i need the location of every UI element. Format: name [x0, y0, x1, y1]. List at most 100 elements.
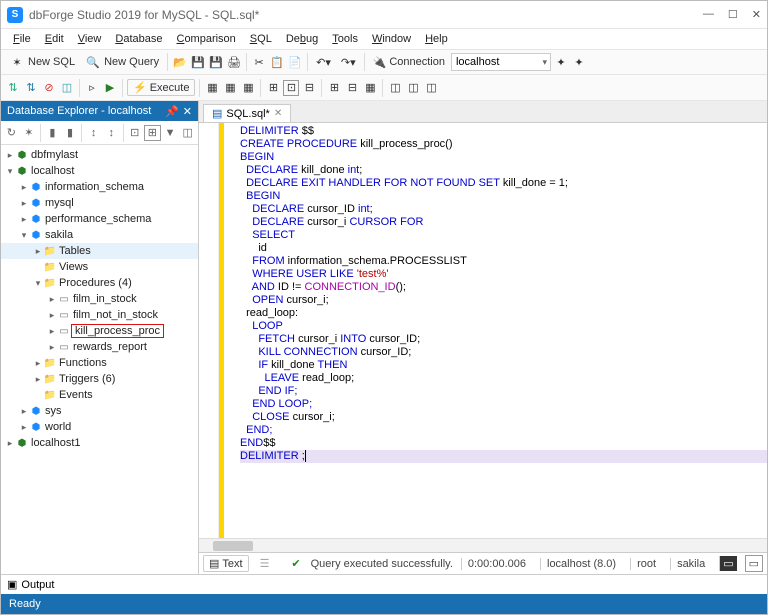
execute-button[interactable]: ⚡ Execute	[127, 79, 195, 96]
status-db: sakila	[670, 558, 711, 570]
second-toolbar: ⇅ ⇅ ⊘ ◫ ▹ ▶ ⚡ Execute ▦ ▦ ▦ ⊞ ⊡ ⊟ ⊞ ⊟ ▦ …	[1, 75, 767, 101]
layout2-icon[interactable]: ▭	[745, 555, 763, 572]
text-view-button[interactable]: ▤ Text	[203, 555, 249, 572]
tree-node[interactable]: ▸⬢mysql	[1, 195, 198, 211]
menu-help[interactable]: Help	[419, 31, 454, 47]
i1-icon[interactable]: ▦	[204, 80, 220, 96]
new-sql-button[interactable]: ✶New SQL	[5, 52, 79, 72]
tree-node[interactable]: ▾📁Procedures (4)	[1, 275, 198, 291]
print-icon[interactable]: 🖨	[226, 54, 242, 70]
status-bar: Ready	[1, 594, 767, 614]
i3-icon[interactable]: ▦	[240, 80, 256, 96]
comment-icon[interactable]: ⊞	[326, 80, 342, 96]
explorer-title: Database Explorer - localhost	[7, 105, 151, 117]
e3-icon[interactable]: ↕	[85, 125, 102, 141]
i2-icon[interactable]: ▦	[222, 80, 238, 96]
tree-node[interactable]: ▸⬢sys	[1, 403, 198, 419]
tab-sql[interactable]: ▤ SQL.sql* ✕	[203, 104, 291, 122]
pin-icon[interactable]: 📌	[165, 105, 179, 118]
menu-view[interactable]: View	[72, 31, 108, 47]
save-icon[interactable]: 💾	[190, 54, 206, 70]
new-query-button[interactable]: 🔍New Query	[81, 52, 163, 72]
output-panel-header[interactable]: ▣ Output	[1, 574, 767, 594]
grid-view-icon[interactable]: ☰	[257, 556, 273, 572]
tree-node[interactable]: ▸⬢localhost1	[1, 435, 198, 451]
e7-icon[interactable]: ◫	[179, 125, 196, 141]
tree-node[interactable]: ▸⬢dbfmylast	[1, 147, 198, 163]
tree-node[interactable]: ▸▭rewards_report	[1, 339, 198, 355]
connection-label: 🔌 Connection	[369, 54, 449, 71]
menu-database[interactable]: Database	[109, 31, 168, 47]
misc1-icon[interactable]: ◫	[387, 80, 403, 96]
panel-close-icon[interactable]: ✕	[183, 105, 192, 118]
tree-node[interactable]: ▾⬢sakila	[1, 227, 198, 243]
menu-tools[interactable]: Tools	[326, 31, 364, 47]
tree-node[interactable]: ▸📁Triggers (6)	[1, 371, 198, 387]
tree-node[interactable]: ▾⬢localhost	[1, 163, 198, 179]
copy-icon[interactable]: 📋	[269, 54, 285, 70]
editor-tabs: ▤ SQL.sql* ✕	[199, 101, 767, 123]
play-icon[interactable]: ▶	[102, 80, 118, 96]
status-user: root	[630, 558, 662, 570]
tab-close-icon[interactable]: ✕	[274, 108, 282, 119]
layout1-icon[interactable]: ▭	[719, 556, 736, 571]
group3-icon[interactable]: ⊟	[301, 80, 317, 96]
close-button[interactable]: ✕	[752, 8, 761, 21]
new-conn-icon[interactable]: ✶	[21, 125, 38, 141]
menu-comparison[interactable]: Comparison	[170, 31, 241, 47]
e4-icon[interactable]: ↕	[103, 125, 120, 141]
open-icon[interactable]: 📂	[172, 54, 188, 70]
tree-node[interactable]: ▸▭kill_process_proc	[1, 323, 198, 339]
tree-node[interactable]: 📁Events	[1, 387, 198, 403]
misc3-icon[interactable]: ◫	[423, 80, 439, 96]
tree-node[interactable]: ▸▭film_not_in_stock	[1, 307, 198, 323]
step1-icon[interactable]: ▹	[84, 80, 100, 96]
cut-icon[interactable]: ✂	[251, 54, 267, 70]
tree-node[interactable]: ▸📁Tables	[1, 243, 198, 259]
minimize-button[interactable]: —	[703, 8, 714, 21]
save-all-icon[interactable]: 💾	[208, 54, 224, 70]
editor-panel: ▤ SQL.sql* ✕ DELIMITER $$CREATE PROCEDUR…	[199, 101, 767, 574]
status-ready: Ready	[9, 598, 41, 610]
tree-node[interactable]: ▸📁Functions	[1, 355, 198, 371]
wand2-icon[interactable]: ✦	[571, 54, 587, 70]
paste-icon[interactable]: 📄	[287, 54, 303, 70]
tree-node[interactable]: 📁Views	[1, 259, 198, 275]
output-icon: ▣	[7, 578, 17, 591]
main-toolbar: ✶New SQL 🔍New Query 📂 💾 💾 🖨 ✂ 📋 📄 ↶▾ ↷▾ …	[1, 49, 767, 75]
tree-node[interactable]: ▸▭film_in_stock	[1, 291, 198, 307]
redo-button[interactable]: ↷▾	[337, 54, 360, 71]
maximize-button[interactable]: ☐	[728, 8, 738, 21]
group2-icon[interactable]: ⊡	[283, 80, 299, 96]
menu-sql[interactable]: SQL	[244, 31, 278, 47]
menu-window[interactable]: Window	[366, 31, 417, 47]
connection-dropdown[interactable]: localhost	[451, 53, 551, 71]
uncomment-icon[interactable]: ⊟	[344, 80, 360, 96]
filter2-icon[interactable]: ▼	[162, 125, 179, 141]
tree-node[interactable]: ▸⬢performance_schema	[1, 211, 198, 227]
indent-icon[interactable]: ▦	[362, 80, 378, 96]
refresh-icon[interactable]: ↻	[3, 125, 20, 141]
e2-icon[interactable]: ▮	[62, 125, 79, 141]
undo-button[interactable]: ↶▾	[312, 54, 335, 71]
title-bar: S dbForge Studio 2019 for MySQL - SQL.sq…	[1, 1, 767, 29]
tree-node[interactable]: ▸⬢information_schema	[1, 179, 198, 195]
e5-icon[interactable]: ⊡	[126, 125, 143, 141]
tree-node[interactable]: ▸⬢world	[1, 419, 198, 435]
misc2-icon[interactable]: ◫	[405, 80, 421, 96]
filter-icon[interactable]: ⇅	[23, 80, 39, 96]
wand-icon[interactable]: ✦	[553, 54, 569, 70]
e6-icon[interactable]: ⊞	[144, 125, 161, 141]
code-area[interactable]: DELIMITER $$CREATE PROCEDURE kill_proces…	[199, 123, 767, 538]
exec-time: 0:00:00.006	[461, 558, 532, 570]
menu-debug[interactable]: Debug	[280, 31, 324, 47]
sort-icon[interactable]: ⇅	[5, 80, 21, 96]
menu-file[interactable]: File	[7, 31, 37, 47]
explorer-tree[interactable]: ▸⬢dbfmylast▾⬢localhost▸⬢information_sche…	[1, 145, 198, 574]
db-icon[interactable]: ◫	[59, 80, 75, 96]
menu-edit[interactable]: Edit	[39, 31, 70, 47]
horizontal-scrollbar[interactable]	[199, 538, 767, 552]
stop-icon[interactable]: ⊘	[41, 80, 57, 96]
e1-icon[interactable]: ▮	[44, 125, 61, 141]
group1-icon[interactable]: ⊞	[265, 80, 281, 96]
